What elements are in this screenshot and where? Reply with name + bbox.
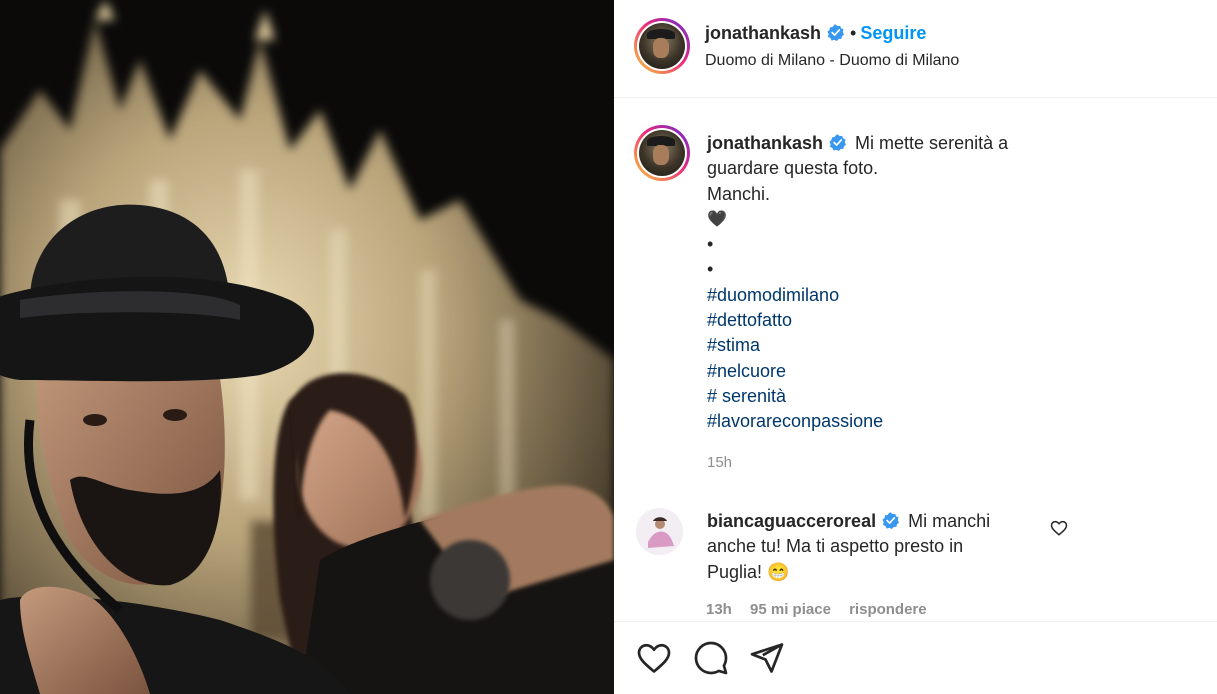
verified-badge-icon bbox=[829, 134, 847, 151]
comment-timestamp[interactable]: 13h bbox=[706, 601, 732, 618]
action-bar bbox=[614, 621, 1217, 694]
separator-dot: • bbox=[850, 23, 857, 43]
avatar-photo bbox=[639, 23, 685, 69]
hashtag-link[interactable]: #stima bbox=[707, 333, 1127, 358]
heart-icon[interactable] bbox=[636, 640, 672, 676]
header-title-row: jonathankash • Seguire bbox=[705, 23, 926, 44]
caption-timestamp[interactable]: 15h bbox=[707, 454, 732, 471]
comment-bubble-icon[interactable] bbox=[693, 640, 729, 676]
paper-plane-icon[interactable] bbox=[749, 640, 785, 676]
comment-meta: 13h 95 mi piace rispondere bbox=[706, 601, 941, 618]
caption-avatar[interactable] bbox=[634, 125, 690, 181]
hashtag-link[interactable]: #dettofatto bbox=[707, 308, 1127, 333]
caption-dot-2: • bbox=[707, 259, 714, 280]
follow-button[interactable]: Seguire bbox=[860, 23, 926, 43]
caption: jonathankash Mi mette serenità a guardar… bbox=[707, 131, 1127, 435]
commenter-avatar-photo bbox=[636, 508, 683, 555]
hashtag-link[interactable]: #lavorareconpassione bbox=[707, 409, 1127, 434]
caption-dot-1: • bbox=[707, 234, 714, 255]
caption-username[interactable]: jonathankash bbox=[707, 133, 823, 153]
hashtag-link[interactable]: # serenità bbox=[707, 384, 1127, 409]
caption-line-3: Manchi. bbox=[707, 183, 771, 204]
post-photo[interactable] bbox=[0, 0, 614, 694]
avatar-photo bbox=[639, 130, 685, 176]
commenter-avatar[interactable] bbox=[636, 508, 683, 555]
comments-section[interactable]: jonathankash Mi mette serenità a guardar… bbox=[614, 99, 1217, 621]
caption-line-2: guardare questa foto. bbox=[707, 158, 879, 179]
hashtag-link[interactable]: #nelcuore bbox=[707, 359, 1127, 384]
comment-line-1: Mi manchi bbox=[908, 511, 991, 531]
comment-likes[interactable]: 95 mi piace bbox=[750, 601, 831, 618]
comment-body: biancaguacceroreal Mi manchi anche tu! M… bbox=[707, 509, 1067, 585]
post-side-panel: jonathankash • Seguire Duomo di Milano - D… bbox=[614, 0, 1217, 694]
commenter-username[interactable]: biancaguacceroreal bbox=[707, 511, 876, 531]
post-header: jonathankash • Seguire Duomo di Milano - D… bbox=[614, 0, 1217, 98]
small-heart-icon[interactable] bbox=[1050, 519, 1068, 537]
author-avatar[interactable] bbox=[634, 18, 690, 74]
author-username[interactable]: jonathankash bbox=[705, 23, 821, 43]
verified-badge-icon bbox=[882, 512, 900, 529]
black-heart-emoji: 🖤 bbox=[707, 210, 727, 228]
verified-badge-icon bbox=[827, 24, 845, 41]
photo-illustration bbox=[0, 0, 614, 694]
reply-button[interactable]: rispondere bbox=[849, 601, 927, 618]
post-location[interactable]: Duomo di Milano - Duomo di Milano bbox=[705, 52, 959, 70]
caption-line-1: Mi mette serenità a bbox=[855, 133, 1009, 153]
comment-line-2: anche tu! Ma ti aspetto presto in bbox=[707, 536, 964, 557]
comment-line-3: Puglia! 😁 bbox=[707, 561, 790, 582]
hashtag-link[interactable]: #duomodimilano bbox=[707, 283, 1127, 308]
